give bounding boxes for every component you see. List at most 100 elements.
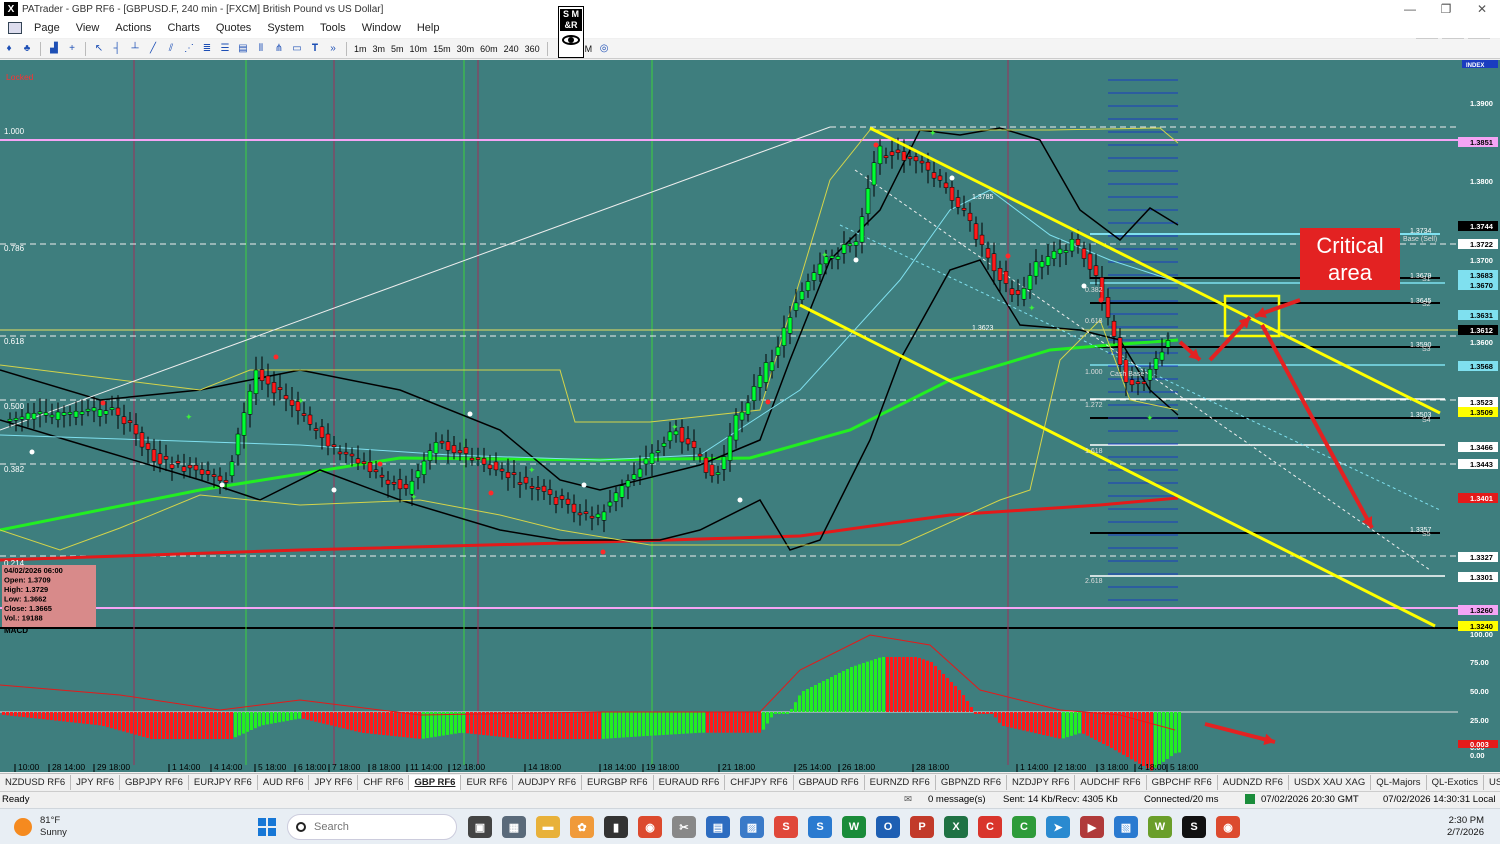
terminal-icon[interactable]: ▮	[604, 816, 628, 838]
fan-icon[interactable]: ⋰	[181, 42, 197, 56]
price-pane[interactable]	[0, 60, 1458, 628]
rectangle-icon[interactable]: ▭	[289, 42, 305, 56]
hline-icon[interactable]: ┤	[109, 42, 125, 56]
chart-tab[interactable]: NZDUSD RF6	[0, 774, 72, 790]
text-icon[interactable]: 𝐓	[307, 42, 323, 56]
chart-tab[interactable]: QL-Exotics	[1427, 774, 1485, 790]
menu-charts[interactable]: Charts	[159, 22, 207, 34]
target-icon[interactable]: ◎	[596, 42, 612, 56]
chart-tab[interactable]: AUDCHF RF6	[1075, 774, 1147, 790]
timeframe-60m[interactable]: 60m	[477, 44, 501, 54]
price-chart[interactable]: ✦ ✦ ✦ ✦ ✦ ✦ ✦ ✦ ✦ INDEX 1.3900 1.3851 1.3800 1.3744 1…	[0, 60, 1500, 772]
chart-tab[interactable]: GBPAUD RF6	[794, 774, 865, 790]
notes-icon[interactable]: ▤	[706, 816, 730, 838]
excel-icon[interactable]: X	[944, 816, 968, 838]
timeframe-15m[interactable]: 15m	[430, 44, 454, 54]
candle-body	[271, 382, 277, 394]
menu-page[interactable]: Page	[26, 22, 68, 34]
timeframe-10m[interactable]: 10m	[407, 44, 431, 54]
chart-tab[interactable]: AUDNZD RF6	[1218, 774, 1289, 790]
menu-help[interactable]: Help	[409, 22, 448, 34]
red-app-icon[interactable]: C	[978, 816, 1002, 838]
macd-pane[interactable]	[0, 629, 1458, 765]
timeframe-5m[interactable]: 5m	[388, 44, 407, 54]
chart-tab[interactable]: GBP RF6	[409, 774, 462, 790]
chart-tab[interactable]: NZDJPY RF6	[1007, 774, 1076, 790]
chart-tab[interactable]: AUDJPY RF6	[513, 774, 583, 790]
chart-tab[interactable]: EUR RF6	[461, 774, 514, 790]
chart-tab[interactable]: GBPCHF RF6	[1147, 774, 1218, 790]
bull-bear-icon[interactable]: ♦	[1, 42, 17, 56]
menu-actions[interactable]: Actions	[107, 22, 159, 34]
windows-start-icon[interactable]	[258, 818, 276, 836]
snagit-icon[interactable]: S	[774, 816, 798, 838]
network-app-icon[interactable]: ▧	[1114, 816, 1138, 838]
file-explorer-icon[interactable]: ▬	[536, 816, 560, 838]
chart-tab[interactable]: QL-Majors	[1371, 774, 1427, 790]
menu-view[interactable]: View	[68, 22, 108, 34]
timeframe-240[interactable]: 240	[501, 44, 522, 54]
fib-icon[interactable]: ≣	[199, 42, 215, 56]
chart-tab[interactable]: USDX RF	[1484, 775, 1500, 790]
status-messages[interactable]: 0 message(s)	[928, 794, 986, 805]
chrome2-icon[interactable]: ◉	[1216, 816, 1240, 838]
smr-logo[interactable]: S M &R	[558, 6, 584, 58]
close-button[interactable]: ✕	[1464, 0, 1500, 18]
chart-tab[interactable]: GBPNZD RF6	[936, 774, 1008, 790]
more-tools-icon[interactable]: »	[325, 42, 341, 56]
calculator-icon[interactable]: ▦	[502, 816, 526, 838]
app-orange-icon[interactable]: ✿	[570, 816, 594, 838]
photos-icon[interactable]: ▨	[740, 816, 764, 838]
chart-tab[interactable]: EURAUD RF6	[654, 774, 726, 790]
minimize-button[interactable]: —	[1392, 0, 1428, 18]
chart-tab[interactable]: EURJPY RF6	[189, 774, 258, 790]
search-input[interactable]	[314, 821, 424, 833]
chart-tab[interactable]: GBPJPY RF6	[120, 774, 189, 790]
pointer-icon[interactable]: ↖	[91, 42, 107, 56]
smr-app-icon[interactable]: S	[1182, 816, 1206, 838]
cycle-icon[interactable]: ⦀	[253, 42, 269, 56]
timeframe-1m[interactable]: 1m	[351, 44, 370, 54]
gann-icon[interactable]: ▤	[235, 42, 251, 56]
fib-extension-icon[interactable]: ☰	[217, 42, 233, 56]
menu-system[interactable]: System	[259, 22, 312, 34]
menu-quotes[interactable]: Quotes	[208, 22, 259, 34]
stock-icon[interactable]: W	[842, 816, 866, 838]
bear-icon[interactable]: ♣	[19, 42, 35, 56]
green-app-icon[interactable]: C	[1012, 816, 1036, 838]
chart-tab[interactable]: USDX XAU XAG	[1289, 774, 1372, 790]
outlook-icon[interactable]: O	[876, 816, 900, 838]
chart-tab[interactable]: JPY RF6	[309, 774, 359, 790]
timeframe-30m[interactable]: 30m	[454, 44, 478, 54]
w-app-icon[interactable]: W	[1148, 816, 1172, 838]
chart-tab[interactable]: CHFJPY RF6	[725, 774, 794, 790]
pitchfork-icon[interactable]: ⋔	[271, 42, 287, 56]
timeframe-3m[interactable]: 3m	[370, 44, 389, 54]
telegram-icon[interactable]: ➤	[1046, 816, 1070, 838]
video-app-icon[interactable]: ▶	[1080, 816, 1104, 838]
weather-widget[interactable]: 81°F Sunny	[14, 815, 67, 839]
chart-tab[interactable]: EURGBP RF6	[582, 774, 654, 790]
skype-icon[interactable]: S	[808, 816, 832, 838]
menu-tools[interactable]: Tools	[312, 22, 354, 34]
chart-icon[interactable]: ▟	[46, 42, 62, 56]
task-view-icon[interactable]: ▣	[468, 816, 492, 838]
vline-icon[interactable]: ┴	[127, 42, 143, 56]
trendline-icon[interactable]: ╱	[145, 42, 161, 56]
mail-icon[interactable]: ✉	[904, 794, 912, 805]
taskbar-search[interactable]	[287, 814, 457, 840]
system-clock[interactable]: 2:30 PM 2/7/2026	[1447, 815, 1484, 839]
chart-tab[interactable]: AUD RF6	[258, 774, 310, 790]
chart-tab[interactable]: CHF RF6	[358, 774, 410, 790]
chrome-icon[interactable]: ◉	[638, 816, 662, 838]
menu-window[interactable]: Window	[354, 22, 409, 34]
document-icon[interactable]	[8, 22, 22, 34]
maximize-button[interactable]: ❐	[1428, 0, 1464, 18]
tools-icon[interactable]: ✂	[672, 816, 696, 838]
chart-tab[interactable]: EURNZD RF6	[865, 774, 936, 790]
powerpoint-icon[interactable]: P	[910, 816, 934, 838]
crosshair-icon[interactable]: +	[64, 42, 80, 56]
channel-icon[interactable]: ⫽	[163, 42, 179, 56]
timeframe-360[interactable]: 360	[522, 44, 543, 54]
chart-tab[interactable]: JPY RF6	[71, 774, 121, 790]
